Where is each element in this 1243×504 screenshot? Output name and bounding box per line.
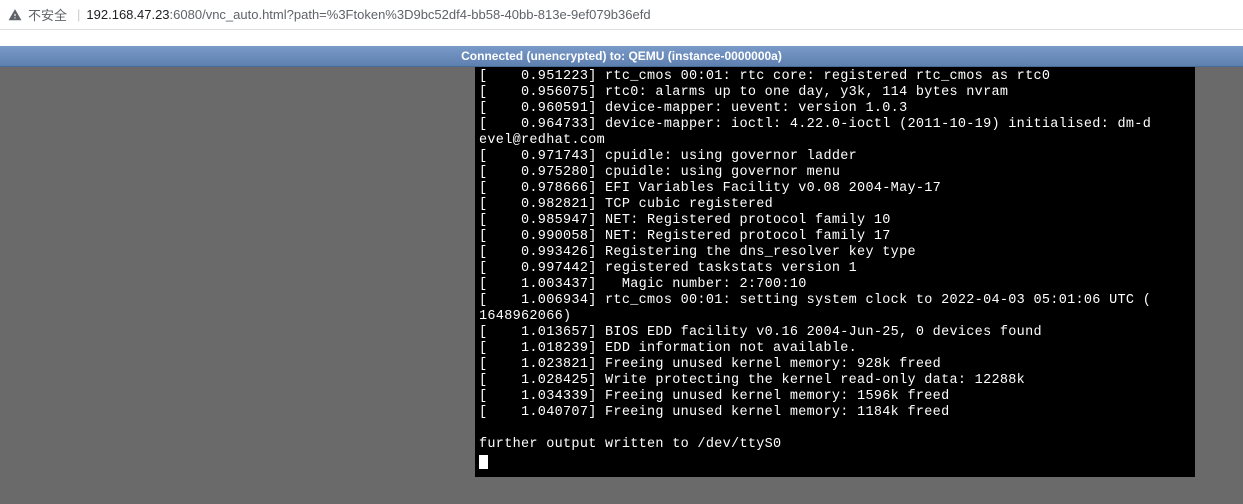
- terminal-line: [ 1.006934] rtc_cmos 00:01: setting syst…: [479, 293, 1191, 309]
- terminal-line: [ 0.997442] registered taskstats version…: [479, 261, 1191, 277]
- terminal-line: [ 0.960591] device-mapper: uevent: versi…: [479, 101, 1191, 117]
- terminal-line: [ 1.028425] Write protecting the kernel …: [479, 373, 1191, 389]
- terminal-line: [ 0.990058] NET: Registered protocol fam…: [479, 229, 1191, 245]
- security-label: 不安全: [28, 5, 67, 24]
- terminal-line: [ 0.956075] rtc0: alarms up to one day, …: [479, 85, 1191, 101]
- left-padding: [0, 67, 475, 477]
- url-text: 192.168.47.23:6080/vnc_auto.html?path=%3…: [86, 7, 650, 22]
- terminal-line: [ 0.982821] TCP cubic registered: [479, 197, 1191, 213]
- terminal-line: [ 0.971743] cpuidle: using governor ladd…: [479, 149, 1191, 165]
- terminal-console[interactable]: [ 0.951223] rtc_cmos 00:01: rtc core: re…: [475, 67, 1195, 477]
- url-host: 192.168.47.23: [86, 7, 169, 22]
- browser-address-bar[interactable]: 不安全 | 192.168.47.23:6080/vnc_auto.html?p…: [0, 0, 1243, 30]
- terminal-line: [ 0.964733] device-mapper: ioctl: 4.22.0…: [479, 117, 1191, 133]
- url-path: /vnc_auto.html?path=%3Ftoken%3D9bc52df4-…: [202, 7, 650, 22]
- terminal-line: [ 1.034339] Freeing unused kernel memory…: [479, 389, 1191, 405]
- terminal-line: [479, 421, 1191, 437]
- separator: |: [77, 7, 80, 22]
- page-body: Connected (unencrypted) to: QEMU (instan…: [0, 30, 1243, 504]
- terminal-line: evel@redhat.com: [479, 133, 1191, 149]
- insecure-warning-icon: [8, 8, 22, 22]
- terminal-line: [ 0.993426] Registering the dns_resolver…: [479, 245, 1191, 261]
- gap: [0, 30, 1243, 46]
- vnc-container: [ 0.951223] rtc_cmos 00:01: rtc core: re…: [0, 67, 1243, 477]
- terminal-line: [ 0.978666] EFI Variables Facility v0.08…: [479, 181, 1191, 197]
- terminal-line: [ 0.985947] NET: Registered protocol fam…: [479, 213, 1191, 229]
- terminal-line: [ 1.040707] Freeing unused kernel memory…: [479, 405, 1191, 421]
- terminal-line: [ 1.013657] BIOS EDD facility v0.16 2004…: [479, 325, 1191, 341]
- terminal-line: [ 0.975280] cpuidle: using governor menu: [479, 165, 1191, 181]
- terminal-cursor-line: [479, 453, 1191, 469]
- terminal-line: [ 1.023821] Freeing unused kernel memory…: [479, 357, 1191, 373]
- terminal-line: further output written to /dev/ttyS0: [479, 437, 1191, 453]
- terminal-line: [ 0.951223] rtc_cmos 00:01: rtc core: re…: [479, 69, 1191, 85]
- terminal-line: [ 1.018239] EDD information not availabl…: [479, 341, 1191, 357]
- terminal-line: 1648962066): [479, 309, 1191, 325]
- terminal-line: [ 1.003437] Magic number: 2:700:10: [479, 277, 1191, 293]
- vnc-status-bar: Connected (unencrypted) to: QEMU (instan…: [0, 46, 1243, 67]
- url-port: :6080: [170, 7, 203, 22]
- cursor: [479, 455, 488, 469]
